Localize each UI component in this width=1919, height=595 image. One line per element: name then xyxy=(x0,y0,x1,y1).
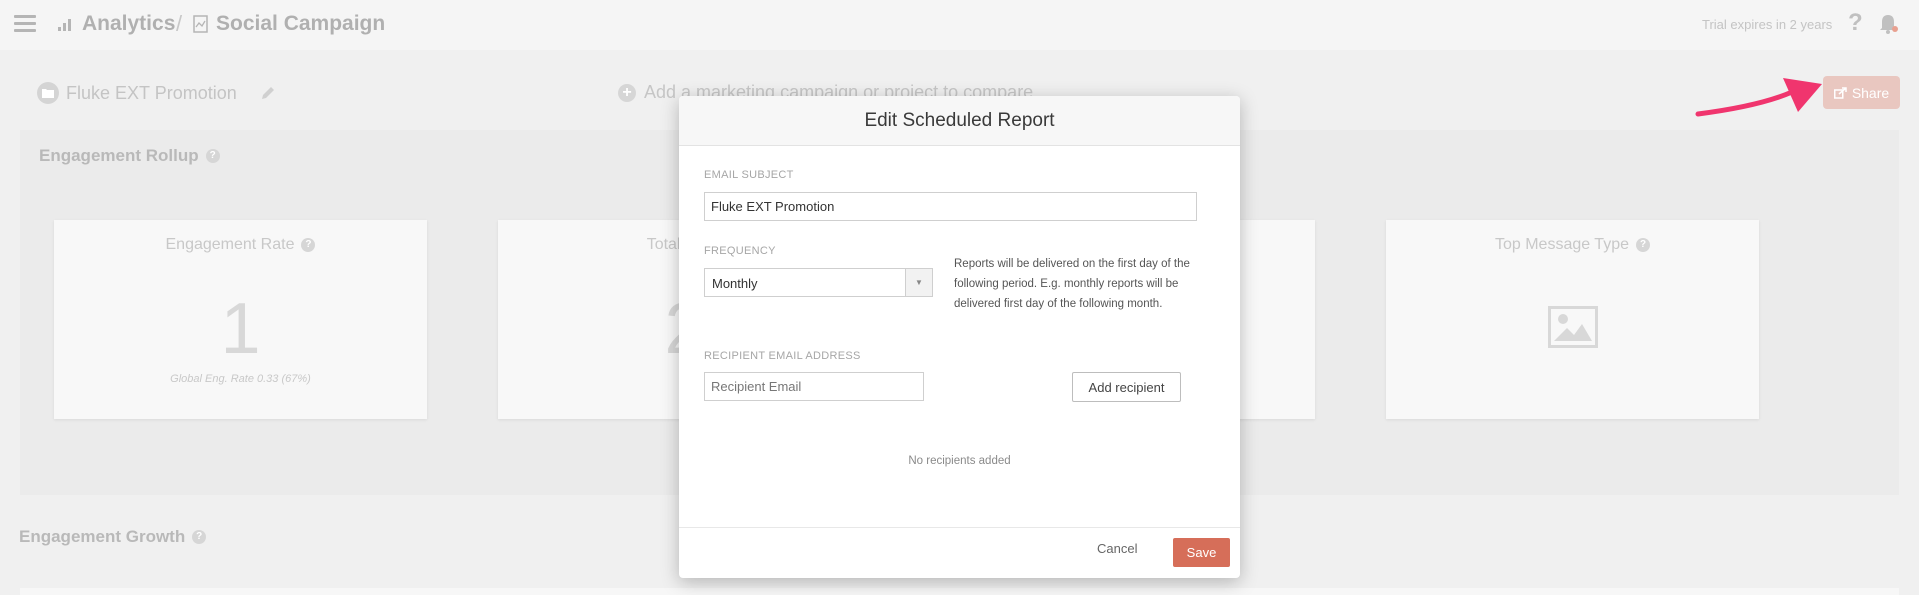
engagement-rollup-title: Engagement Rollup ? xyxy=(39,146,220,166)
breadcrumb-analytics[interactable]: Analytics xyxy=(58,12,175,36)
help-circle-icon[interactable]: ? xyxy=(205,149,220,163)
breadcrumb-analytics-label: Analytics xyxy=(82,12,176,35)
breadcrumb-social-campaign[interactable]: Social Campaign xyxy=(193,12,385,36)
share-label: Share xyxy=(1851,84,1890,101)
card-title: Engagement Rate? xyxy=(54,236,427,254)
share-button[interactable]: Share xyxy=(1823,76,1900,109)
engagement-growth-title: Engagement Growth ? xyxy=(19,527,207,547)
card-title-text: Engagement Rate xyxy=(165,236,295,253)
top-message-type-card: Top Message Type? xyxy=(1386,220,1759,419)
email-subject-label: EMAIL SUBJECT xyxy=(704,169,794,181)
hamburger-menu-icon[interactable] xyxy=(14,15,36,33)
card-title: Top Message Type? xyxy=(1386,236,1759,254)
recipient-email-input[interactable] xyxy=(704,372,924,401)
add-recipient-button[interactable]: Add recipient xyxy=(1072,372,1181,402)
share-icon xyxy=(1833,86,1847,99)
modal-title: Edit Scheduled Report xyxy=(679,96,1240,146)
help-circle-icon[interactable]: ? xyxy=(301,238,316,252)
growth-title-text: Engagement Growth xyxy=(19,527,186,546)
project-title: Fluke EXT Promotion xyxy=(37,82,237,104)
project-name: Fluke EXT Promotion xyxy=(66,82,237,103)
help-circle-icon[interactable]: ? xyxy=(1636,238,1650,252)
no-recipients-text: No recipients added xyxy=(908,455,1011,467)
pencil-edit-icon[interactable] xyxy=(260,85,276,106)
edit-scheduled-report-modal: Edit Scheduled Report EMAIL SUBJECT FREQ… xyxy=(679,96,1240,578)
engagement-growth-panel xyxy=(20,588,1899,595)
frequency-select[interactable]: Monthly ▼ xyxy=(704,268,933,297)
frequency-value: Monthly xyxy=(712,276,758,291)
bar-chart-icon xyxy=(58,17,74,31)
card-value: 1 xyxy=(220,289,261,369)
cancel-button[interactable]: Cancel xyxy=(1097,541,1137,556)
email-subject-input[interactable] xyxy=(704,192,1197,221)
help-circle-icon[interactable]: ? xyxy=(192,530,207,544)
recipient-email-label: RECIPIENT EMAIL ADDRESS xyxy=(704,350,861,362)
modal-footer: Cancel Save xyxy=(679,527,1240,578)
help-icon[interactable]: ? xyxy=(1848,9,1863,37)
rollup-title-text: Engagement Rollup xyxy=(39,146,199,165)
card-subtext: Global Eng. Rate 0.33 (67%) xyxy=(170,373,311,385)
chevron-down-icon: ▼ xyxy=(905,269,932,296)
engagement-rate-card: Engagement Rate? 1 Global Eng. Rate 0.33… xyxy=(54,220,427,419)
campaign-doc-icon xyxy=(193,15,208,33)
trial-expiry-text: Trial expires in 2 years xyxy=(1702,17,1833,32)
notification-bell-icon[interactable] xyxy=(1879,12,1899,39)
plus-icon: + xyxy=(618,83,636,102)
annotation-arrow-icon xyxy=(1695,78,1822,117)
card-title-text: Top Message Type xyxy=(1494,236,1629,253)
breadcrumb-campaign-label: Social Campaign xyxy=(216,12,386,35)
breadcrumb-separator: / xyxy=(176,11,183,36)
frequency-label: FREQUENCY xyxy=(704,245,776,257)
image-placeholder-icon xyxy=(1548,306,1598,348)
save-button[interactable]: Save xyxy=(1173,538,1230,567)
frequency-help-text: Reports will be delivered on the first d… xyxy=(954,258,1190,310)
top-bar: Analytics / Social Campaign Trial expire… xyxy=(0,0,1919,50)
folder-icon xyxy=(37,82,59,104)
